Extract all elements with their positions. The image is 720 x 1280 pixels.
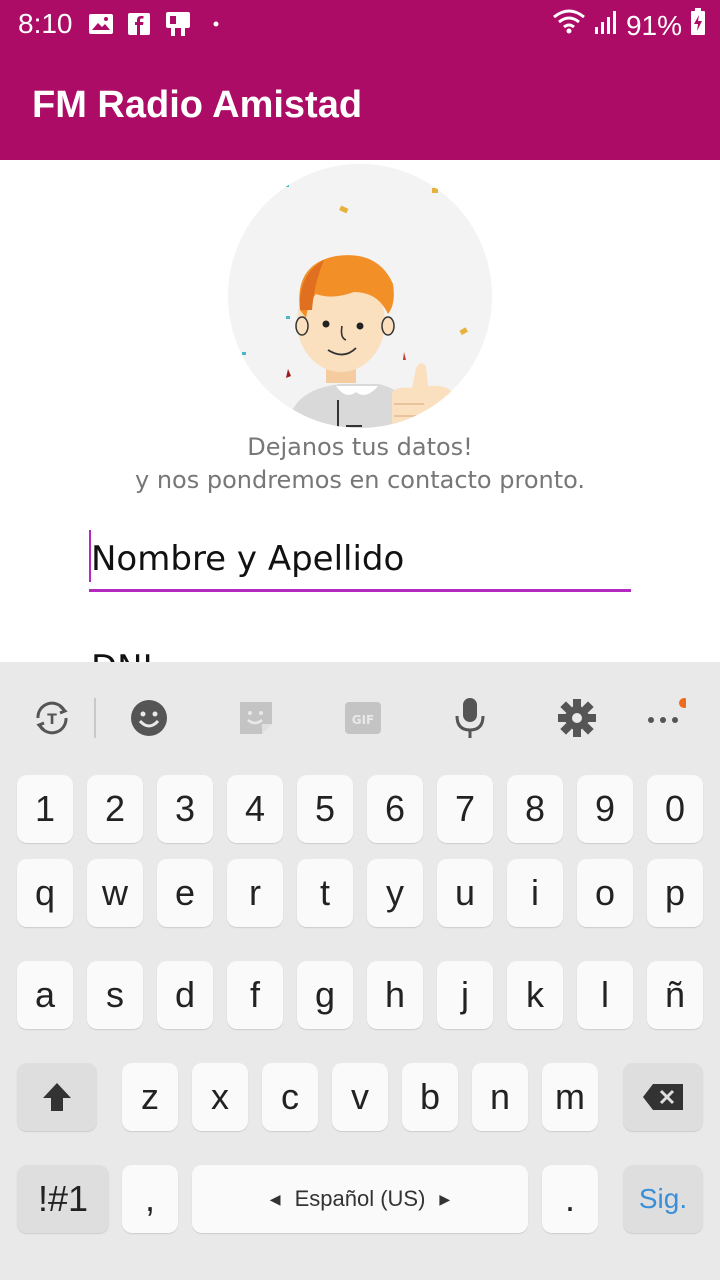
key-h[interactable]: h xyxy=(367,961,423,1029)
key-j[interactable]: j xyxy=(437,961,493,1029)
key-k[interactable]: k xyxy=(507,961,563,1029)
status-time: 8:10 xyxy=(18,8,73,39)
battery-level: 91% xyxy=(625,9,682,41)
facebook-icon xyxy=(128,11,150,37)
image-icon xyxy=(88,11,114,37)
microphone-icon[interactable] xyxy=(448,696,492,740)
key-0[interactable]: 0 xyxy=(647,775,703,843)
key-g[interactable]: g xyxy=(297,961,353,1029)
emoji-icon[interactable] xyxy=(127,696,171,740)
key-7[interactable]: 7 xyxy=(437,775,493,843)
dot-icon xyxy=(212,11,220,37)
name-input[interactable] xyxy=(89,530,631,588)
key-t[interactable]: t xyxy=(297,859,353,927)
key-l[interactable]: l xyxy=(577,961,633,1029)
app-header: 8:10 91% FM Radio Amistad xyxy=(0,0,720,160)
key-b[interactable]: b xyxy=(402,1063,458,1131)
key-6[interactable]: 6 xyxy=(367,775,423,843)
shift-key[interactable] xyxy=(17,1063,97,1131)
key-ñ[interactable]: ñ xyxy=(647,961,703,1029)
form-message-title: Dejanos tus datos! xyxy=(247,433,473,461)
key-s[interactable]: s xyxy=(87,961,143,1029)
space-key[interactable]: ◀ Español (US) ▶ xyxy=(192,1165,528,1233)
key-e[interactable]: e xyxy=(157,859,213,927)
language-next-icon: ▶ xyxy=(439,1190,451,1207)
svg-text:T: T xyxy=(47,712,57,728)
toolbar-divider xyxy=(94,698,96,738)
text-style-icon[interactable]: T xyxy=(30,696,74,740)
soft-keyboard: T GIF 1234567890 qwertyuiop asdfghjklñ zxcv… xyxy=(0,662,720,1280)
period-key[interactable]: . xyxy=(542,1165,598,1233)
key-v[interactable]: v xyxy=(332,1063,388,1131)
sticker-icon[interactable] xyxy=(234,696,278,740)
app-title: FM Radio Amistad xyxy=(32,84,363,126)
settings-icon[interactable] xyxy=(555,696,599,740)
next-action-key[interactable]: Sig. xyxy=(623,1165,703,1233)
sim-icon xyxy=(164,11,192,37)
key-z[interactable]: z xyxy=(122,1063,178,1131)
shift-icon xyxy=(43,1083,71,1111)
battery-charging-icon xyxy=(690,8,706,43)
key-u[interactable]: u xyxy=(437,859,493,927)
key-c[interactable]: c xyxy=(262,1063,318,1131)
key-5[interactable]: 5 xyxy=(297,775,353,843)
key-m[interactable]: m xyxy=(542,1063,598,1131)
key-o[interactable]: o xyxy=(577,859,633,927)
language-prev-icon: ◀ xyxy=(269,1190,281,1207)
text-cursor xyxy=(89,530,91,582)
backspace-key[interactable] xyxy=(623,1063,703,1131)
form-message-subtitle: y nos pondremos en contacto pronto. xyxy=(134,466,586,494)
key-q[interactable]: q xyxy=(17,859,73,927)
key-w[interactable]: w xyxy=(87,859,143,927)
key-i[interactable]: i xyxy=(507,859,563,927)
key-9[interactable]: 9 xyxy=(577,775,633,843)
key-y[interactable]: y xyxy=(367,859,423,927)
name-field[interactable] xyxy=(89,530,631,592)
keyboard-toolbar: T GIF xyxy=(0,662,720,772)
key-d[interactable]: d xyxy=(157,961,213,1029)
backspace-icon xyxy=(643,1084,683,1110)
key-3[interactable]: 3 xyxy=(157,775,213,843)
gif-icon[interactable]: GIF xyxy=(341,696,385,740)
key-n[interactable]: n xyxy=(472,1063,528,1131)
symbols-key[interactable]: !#1 xyxy=(17,1165,109,1233)
key-8[interactable]: 8 xyxy=(507,775,563,843)
status-bar: 8:10 91% xyxy=(0,0,720,50)
comma-key[interactable]: , xyxy=(122,1165,178,1233)
key-f[interactable]: f xyxy=(227,961,283,1029)
key-1[interactable]: 1 xyxy=(17,775,73,843)
status-right: 91% xyxy=(552,8,706,43)
svg-text:GIF: GIF xyxy=(352,713,375,727)
key-p[interactable]: p xyxy=(647,859,703,927)
key-x[interactable]: x xyxy=(192,1063,248,1131)
more-icon[interactable] xyxy=(642,696,686,740)
key-4[interactable]: 4 xyxy=(227,775,283,843)
signal-icon xyxy=(594,9,618,42)
key-r[interactable]: r xyxy=(227,859,283,927)
space-language-label: Español (US) xyxy=(294,1186,426,1211)
avatar-illustration xyxy=(228,164,492,428)
wifi-icon xyxy=(552,9,586,42)
key-a[interactable]: a xyxy=(17,961,73,1029)
key-2[interactable]: 2 xyxy=(87,775,143,843)
